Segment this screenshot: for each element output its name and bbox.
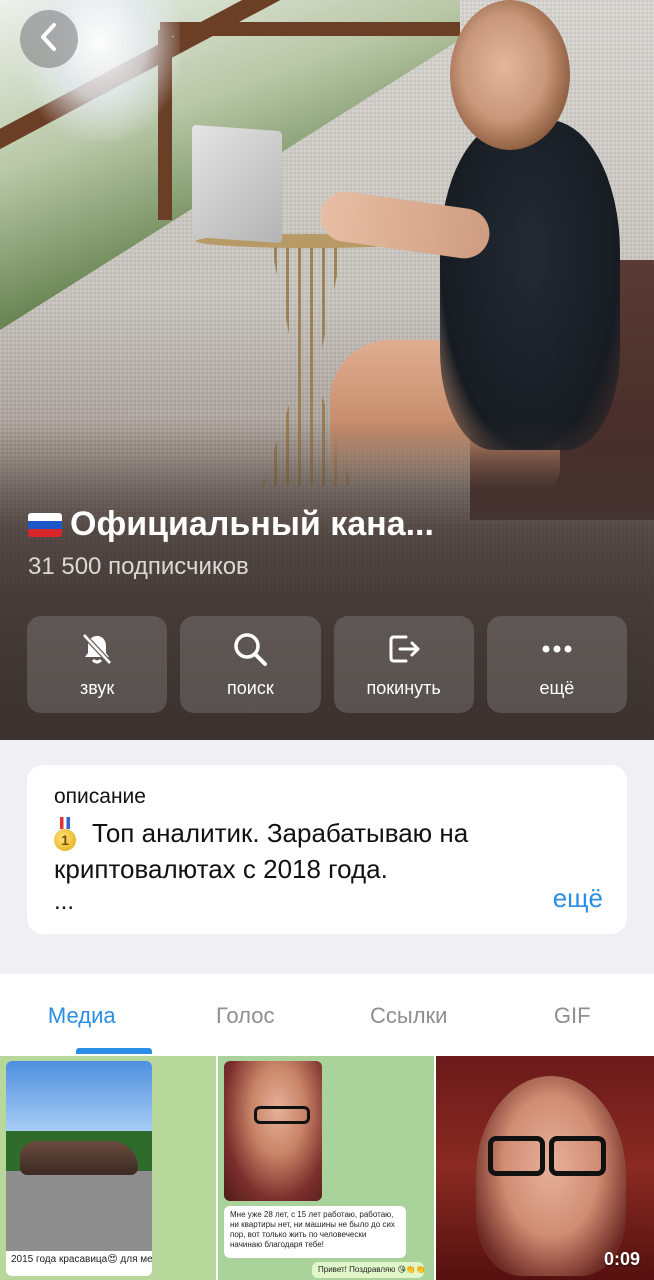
chat-reply-bubble: Привет! Поздравляю 😘👏👏	[312, 1262, 426, 1278]
wood-beam-top	[160, 22, 460, 36]
video-duration: 0:09	[603, 1249, 640, 1269]
more-button[interactable]: ещё	[486, 616, 627, 713]
channel-title: Официальный кана...	[28, 505, 628, 544]
description-ellipsis: ...	[54, 888, 75, 915]
video-thumbnail-woman	[224, 1061, 322, 1201]
search-icon	[231, 630, 269, 668]
media-item-caption: 2015 года красавица😍 для меня	[6, 1251, 152, 1268]
description-label: описание	[54, 785, 146, 808]
subscriber-count: 31 500 подписчиков	[28, 553, 249, 580]
action-bar: звук поиск покинуть ещё	[27, 616, 627, 713]
description-more-link[interactable]: ещё	[553, 883, 603, 914]
media-item-car-screenshot[interactable]: 2015 года красавица😍 для меня	[0, 1056, 216, 1280]
russia-flag-icon	[28, 512, 62, 537]
channel-title-text: Официальный кана...	[70, 505, 434, 543]
leave-label: покинуть	[366, 678, 441, 698]
active-tab-indicator	[76, 1048, 152, 1054]
leave-icon	[385, 630, 423, 668]
more-label: ещё	[539, 678, 575, 698]
first-place-medal-icon: 1	[54, 817, 76, 851]
search-button[interactable]: поиск	[180, 616, 321, 713]
glasses	[254, 1106, 310, 1124]
more-icon	[538, 630, 576, 668]
mute-button[interactable]: звук	[27, 616, 168, 713]
video-face	[476, 1076, 626, 1276]
back-button[interactable]	[20, 10, 78, 68]
description-text: Топ аналитик. Зарабатываю на криптовалют…	[54, 818, 469, 884]
person-dress	[440, 120, 620, 450]
chat-message-bubble: Мне уже 28 лет, с 15 лет работаю, работа…	[224, 1206, 406, 1258]
tab-voice[interactable]: Голос	[164, 974, 328, 1056]
car-photo-screenshot: 2015 года красавица😍 для меня	[6, 1061, 152, 1276]
search-label: поиск	[227, 678, 274, 698]
person-head	[450, 0, 570, 150]
leave-button[interactable]: покинуть	[333, 616, 474, 713]
bell-slash-icon	[78, 630, 116, 668]
description-text-block: 1 Топ аналитик. Зарабатываю на криптовалю…	[54, 815, 574, 887]
media-tabs: Медиа Голос Ссылки GIF	[0, 974, 654, 1056]
media-grid: 2015 года красавица😍 для меня Мне уже 28…	[0, 1056, 654, 1280]
tab-gif[interactable]: GIF	[491, 974, 654, 1056]
road	[6, 1171, 152, 1251]
sky	[6, 1061, 152, 1131]
laptop	[192, 124, 282, 244]
media-item-video[interactable]: 0:09	[436, 1056, 654, 1280]
mute-label: звук	[79, 678, 115, 698]
car	[20, 1141, 138, 1175]
media-item-chat-screenshot[interactable]: Мне уже 28 лет, с 15 лет работаю, работа…	[218, 1056, 434, 1280]
chevron-left-icon	[38, 22, 60, 57]
tab-media[interactable]: Медиа	[0, 974, 164, 1056]
glasses	[488, 1136, 606, 1176]
description-card: описание 1 Топ аналитик. Зарабатываю на к…	[27, 765, 627, 934]
tab-links[interactable]: Ссылки	[327, 974, 491, 1056]
